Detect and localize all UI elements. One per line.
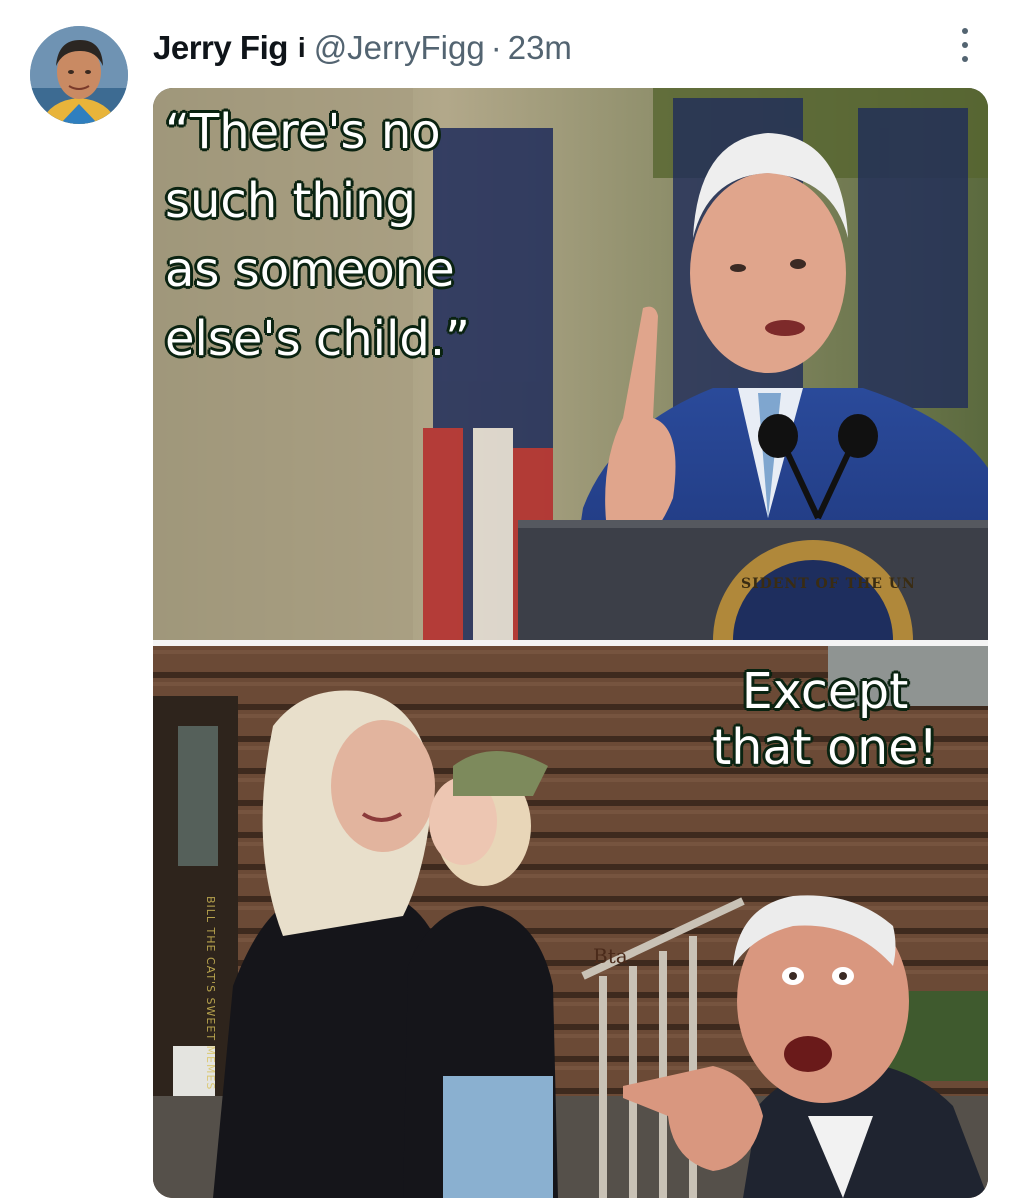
quote-line: else's child.” xyxy=(165,311,470,367)
caption-line: that one! xyxy=(712,719,938,776)
separator-dot: · xyxy=(490,29,502,66)
user-handle[interactable]: @JerryFigg xyxy=(314,29,485,67)
meme-quote: “There's no such thing as someone else's… xyxy=(165,98,635,374)
display-name[interactable]: Jerry Fig xyxy=(153,29,288,67)
more-vertical-icon[interactable] xyxy=(955,28,975,62)
tweet-header: Jerry Fig i @JerryFigg · 23m xyxy=(153,26,572,70)
tweet-media[interactable]: “There's no such thing as someone else's… xyxy=(153,88,988,1198)
caption-line: Except xyxy=(741,663,909,720)
meme-caption: Except that one! xyxy=(712,664,938,776)
avatar[interactable] xyxy=(30,26,128,124)
badge-icon: i xyxy=(297,32,306,63)
quote-line: such thing xyxy=(165,173,416,229)
quote-line: as someone xyxy=(165,242,455,298)
seal-text: SIDENT OF THE UN xyxy=(741,576,916,592)
meme-top-panel: “There's no such thing as someone else's… xyxy=(153,88,988,640)
sign-text: Bta xyxy=(593,944,628,968)
timestamp[interactable]: 23m xyxy=(508,29,572,67)
meme-bottom-panel: Except that one! BILL THE CAT'S SWEET ME… xyxy=(153,646,988,1198)
quote-line: “There's no xyxy=(165,104,441,160)
meme-watermark: BILL THE CAT'S SWEET MEMES xyxy=(204,896,217,1091)
